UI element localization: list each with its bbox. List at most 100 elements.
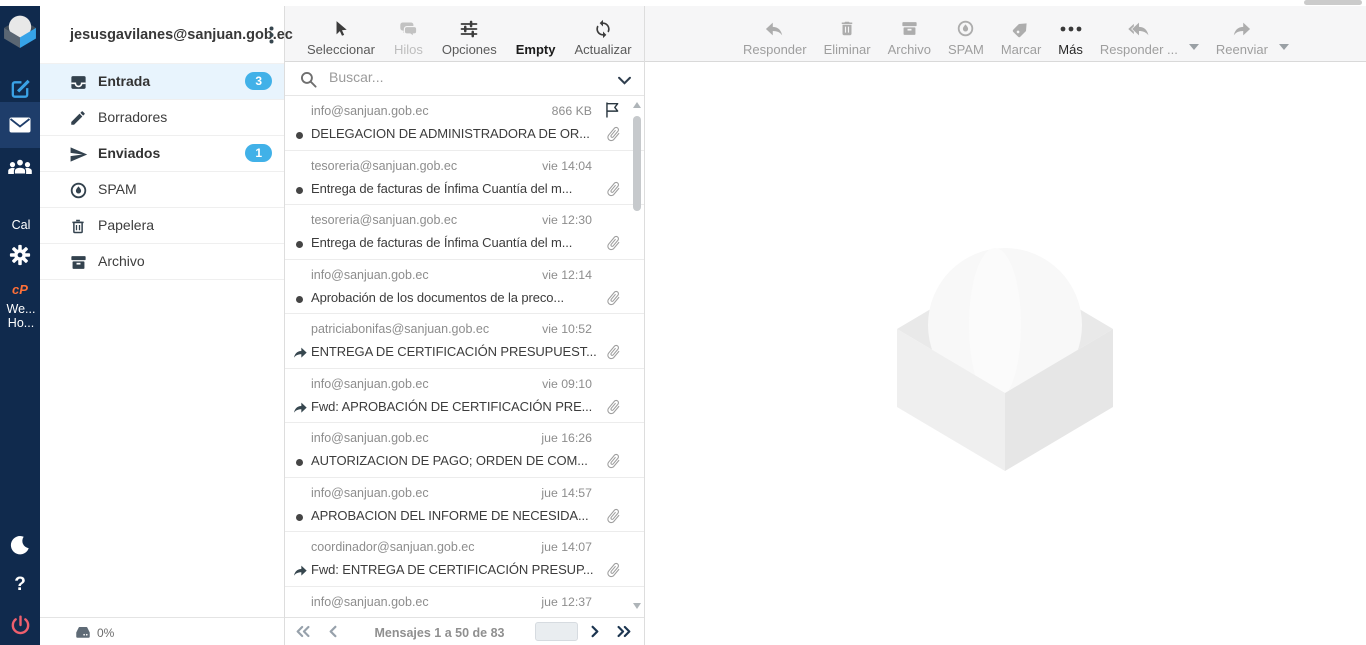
options-label: Opciones [442,42,497,57]
message-row[interactable]: info@sanjuan.gob.ec vie 12:14 Aprobación… [285,260,644,315]
reply-all-caret-icon[interactable] [1189,37,1199,55]
cpanel-link[interactable]: cP [0,282,40,297]
forwarded-icon [292,400,308,419]
message-subject: Fwd: ENTREGA DE CERTIFICACIÓN PRESUP... [311,562,604,577]
reply-all-label: Responder ... [1100,42,1178,57]
message-row[interactable]: info@sanjuan.gob.ec 866 KB DELEGACION DE… [285,96,644,151]
help-icon[interactable]: ? [0,574,40,596]
message-sender: patriciabonifas@sanjuan.gob.ec [311,322,489,336]
forwarded-icon [292,345,308,364]
options-button[interactable]: Opciones [442,11,497,57]
forward-label: Reenviar [1216,42,1268,57]
empty-button[interactable]: Empty [516,11,556,57]
archive-icon [69,253,88,277]
message-row[interactable]: tesoreria@sanjuan.gob.ec vie 12:30 Entre… [285,205,644,260]
browser-top-strip [0,0,1366,6]
sidebar-item-borradores[interactable]: Borradores [40,100,284,136]
forward-button[interactable]: Reenviar [1216,11,1268,57]
message-sender: tesoreria@sanjuan.gob.ec [311,159,457,173]
folder-sidebar: jesusgavilanes@sanjuan.gob.ec Entrada 3 … [40,6,285,645]
sidebar-item-papelera[interactable]: Papelera [40,208,284,244]
account-email: jesusgavilanes@sanjuan.gob.ec [70,27,293,43]
scrollbar-thumb[interactable] [633,116,641,211]
prev-page-button[interactable] [327,625,340,643]
delete-button[interactable]: Eliminar [824,11,871,57]
trash-icon [69,217,87,241]
message-meta: vie 09:10 [542,377,592,391]
last-page-button[interactable] [615,625,632,643]
attachment-paperclip-icon [605,452,622,475]
reply-all-button[interactable]: Responder ... [1100,11,1178,57]
forward-caret-icon[interactable] [1279,37,1289,55]
sidebar-item-label: Enviados [98,145,160,161]
account-menu-kebab-icon[interactable] [269,26,274,49]
message-sender: info@sanjuan.gob.ec [311,595,429,609]
scroll-up-arrow[interactable] [633,102,641,108]
unread-dot-icon [296,296,303,303]
search-expand-chevron-icon[interactable] [617,73,632,91]
snappymail-watermark-logo [897,243,1113,476]
message-row[interactable]: info@sanjuan.gob.ec vie 09:10 Fwd: APROB… [285,369,644,424]
more-button[interactable]: Más [1058,11,1083,57]
storage-drive-icon [74,625,92,645]
quota-percent: 0% [97,626,114,640]
dark-mode-moon-icon[interactable] [0,534,40,561]
webmail-home-link[interactable]: We... Ho... [0,302,40,330]
first-page-button[interactable] [295,625,312,643]
archive-label: Archivo [888,42,931,57]
unread-dot-icon [296,514,303,521]
message-sender: info@sanjuan.gob.ec [311,268,429,282]
message-list: info@sanjuan.gob.ec 866 KB DELEGACION DE… [285,96,644,617]
reply-label: Responder [743,42,807,57]
message-row[interactable]: coordinador@sanjuan.gob.ec jue 14:07 Fwd… [285,532,644,587]
quota-bar: 0% [40,617,284,645]
message-sender: tesoreria@sanjuan.gob.ec [311,213,457,227]
page-number-input[interactable] [535,622,578,641]
contacts-icon[interactable] [0,158,40,180]
attachment-paperclip-icon [605,398,622,421]
select-label: Seleccionar [307,42,375,57]
unread-dot-icon [296,459,303,466]
sidebar-item-enviados[interactable]: Enviados 1 [40,136,284,172]
message-subject: Aprobación de los documentos de la preco… [311,290,604,305]
spam-button[interactable]: SPAM [948,11,984,57]
more-label: Más [1058,42,1083,57]
message-sender: info@sanjuan.gob.ec [311,377,429,391]
message-sender: info@sanjuan.gob.ec [311,104,429,118]
sidebar-item-spam[interactable]: SPAM [40,172,284,208]
attachment-paperclip-icon [605,180,622,203]
browser-scrollbar-thumb[interactable] [1304,0,1362,5]
threads-button[interactable]: Hilos [394,11,423,57]
mark-button[interactable]: Marcar [1001,11,1041,57]
message-row[interactable]: patriciabonifas@sanjuan.gob.ec vie 10:52… [285,314,644,369]
search-input[interactable] [327,68,557,86]
select-button[interactable]: Seleccionar [307,11,375,57]
message-meta: jue 14:07 [541,540,592,554]
sidebar-item-archivo[interactable]: Archivo [40,244,284,280]
flag-icon[interactable] [603,100,622,125]
settings-gear-icon[interactable] [0,244,40,271]
message-row[interactable]: info@sanjuan.gob.ec jue 14:57 APROBACION… [285,478,644,533]
snappymail-logo [0,14,40,53]
message-meta: jue 12:37 [541,595,592,609]
message-row[interactable]: tesoreria@sanjuan.gob.ec vie 14:04 Entre… [285,151,644,206]
archive-button[interactable]: Archivo [888,11,931,57]
sidebar-item-entrada[interactable]: Entrada 3 [40,64,284,100]
scroll-down-arrow[interactable] [633,603,641,609]
message-list-pane: Seleccionar Hilos Opciones Empty [285,6,645,645]
sidebar-item-label: Entrada [98,73,150,89]
calendar-link[interactable]: Cal [0,218,40,232]
reply-button[interactable]: Responder [743,11,807,57]
reply-icon [764,17,785,41]
pagination-bar: Mensajes 1 a 50 de 83 [285,617,644,645]
webmail-home-line1: We... [2,302,40,316]
message-row[interactable]: info@sanjuan.gob.ec jue 16:26 AUTORIZACI… [285,423,644,478]
next-page-button[interactable] [588,625,601,643]
logout-power-icon[interactable] [0,614,40,642]
message-row[interactable]: info@sanjuan.gob.ec jue 12:37 [285,587,644,618]
pagination-summary: Mensajes 1 a 50 de 83 [375,626,505,640]
refresh-button[interactable]: Actualizar [575,11,632,57]
empty-label: Empty [516,42,556,57]
attachment-paperclip-icon [605,125,622,148]
mail-icon[interactable] [0,102,40,148]
